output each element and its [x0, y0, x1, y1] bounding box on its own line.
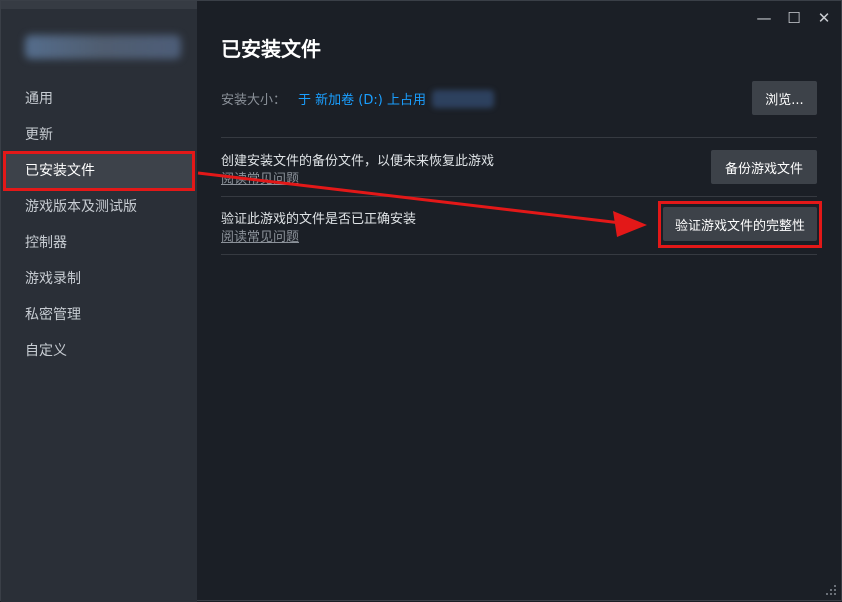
verify-faq-link[interactable]: 阅读常见问题	[221, 226, 299, 245]
maximize-icon[interactable]: ☐	[783, 7, 805, 29]
game-title-blurred	[25, 35, 181, 59]
resize-grip-icon[interactable]	[825, 584, 837, 596]
browse-button[interactable]: 浏览...	[752, 81, 817, 115]
close-icon[interactable]: ✕	[813, 7, 835, 29]
sidebar: 通用 更新 已安装文件 游戏版本及测试版 控制器 游戏录制 私密管理 自定义	[1, 1, 197, 602]
install-size-blurred	[431, 89, 494, 108]
sidebar-item-customization[interactable]: 自定义	[1, 333, 197, 369]
sidebar-item-updates[interactable]: 更新	[1, 117, 197, 153]
page-title: 已安装文件	[221, 37, 321, 61]
window-controls: — ☐ ✕	[753, 7, 835, 29]
divider	[221, 254, 817, 255]
install-size-label: 安装大小：	[221, 93, 287, 108]
divider	[221, 137, 817, 138]
minimize-icon[interactable]: —	[753, 7, 775, 29]
sidebar-item-installed-files[interactable]: 已安装文件	[3, 151, 195, 191]
backup-description: 创建安装文件的备份文件，以便未来恢复此游戏	[221, 154, 495, 169]
divider	[221, 196, 817, 197]
backup-game-files-button[interactable]: 备份游戏文件	[711, 150, 817, 184]
sidebar-item-controller[interactable]: 控制器	[1, 225, 197, 261]
sidebar-item-game-recording[interactable]: 游戏录制	[1, 261, 197, 297]
sidebar-top-strip	[1, 1, 197, 9]
install-size-row: 安装大小： 于 新加卷 (D:) 上占用	[221, 89, 494, 108]
install-size-value: 于 新加卷 (D:) 上占用	[298, 93, 426, 108]
sidebar-nav: 通用 更新 已安装文件 游戏版本及测试版 控制器 游戏录制 私密管理 自定义	[1, 81, 197, 369]
sidebar-item-general[interactable]: 通用	[1, 81, 197, 117]
main-panel: — ☐ ✕ 已安装文件 安装大小： 于 新加卷 (D:) 上占用 浏览... 创…	[197, 1, 841, 600]
properties-window: 通用 更新 已安装文件 游戏版本及测试版 控制器 游戏录制 私密管理 自定义 —…	[0, 0, 842, 602]
sidebar-item-betas[interactable]: 游戏版本及测试版	[1, 189, 197, 225]
backup-faq-link[interactable]: 阅读常见问题	[221, 168, 299, 187]
verify-description: 验证此游戏的文件是否已正确安装	[221, 212, 417, 227]
sidebar-item-privacy[interactable]: 私密管理	[1, 297, 197, 333]
verify-integrity-button[interactable]: 验证游戏文件的完整性	[663, 207, 817, 241]
